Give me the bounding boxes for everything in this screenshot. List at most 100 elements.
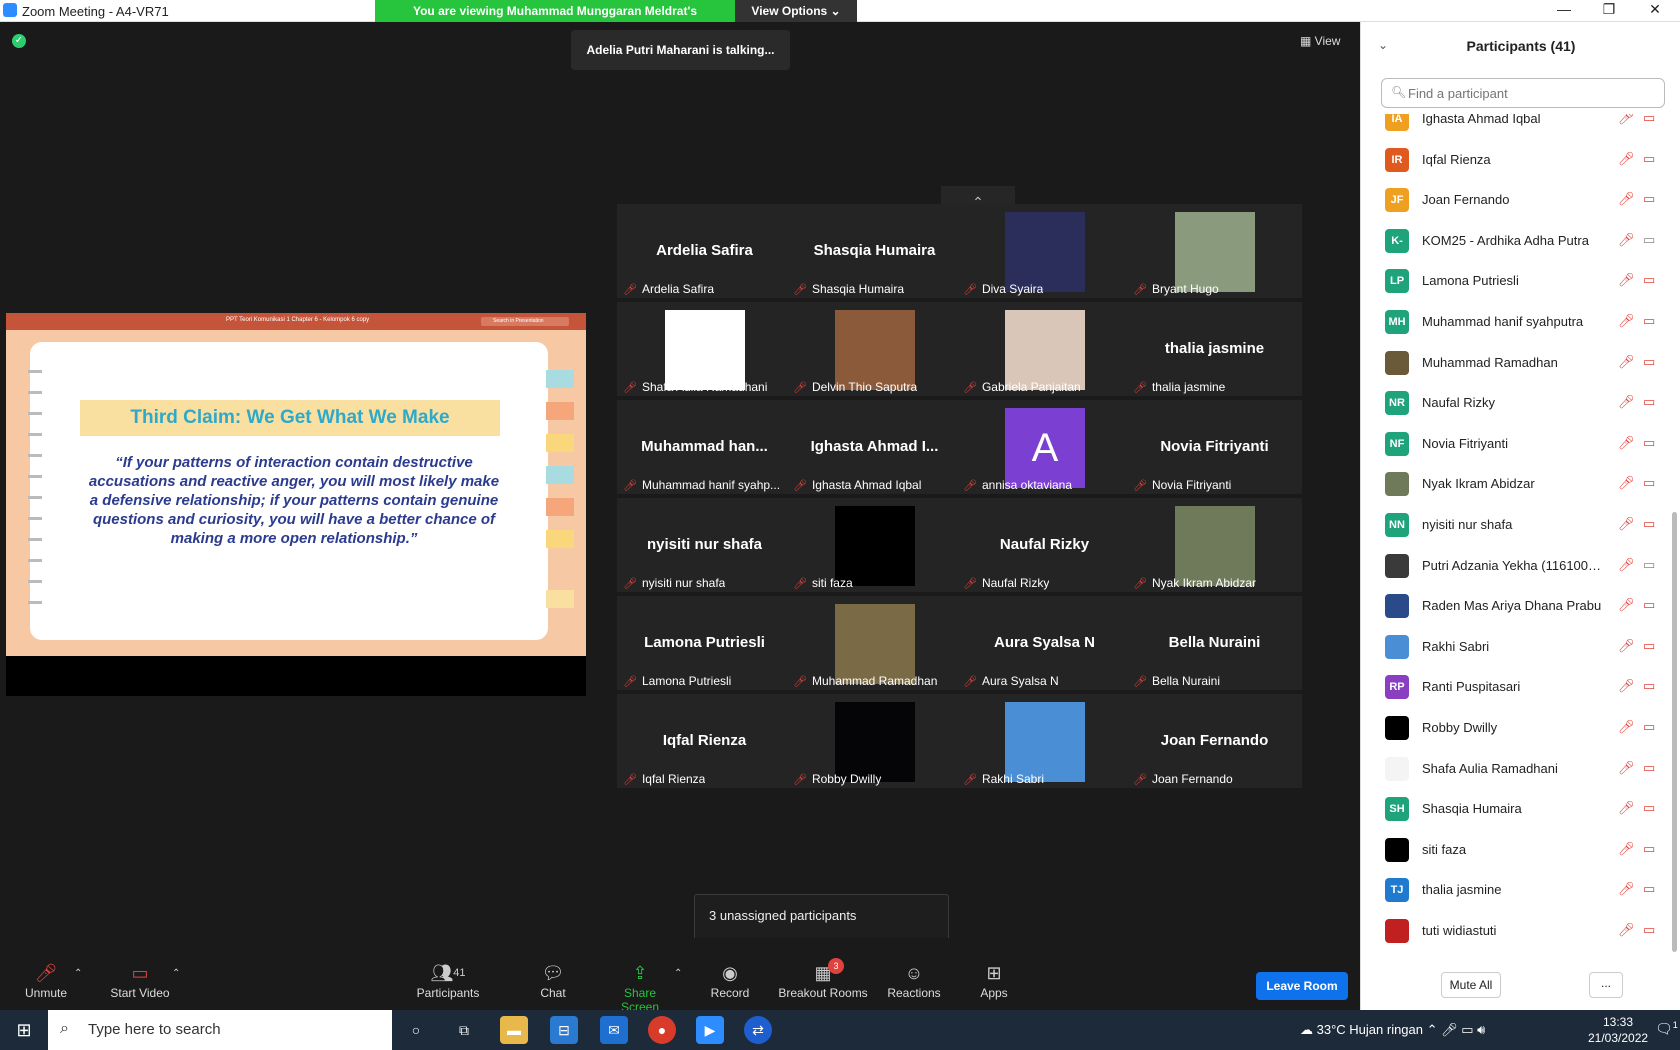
video-tile[interactable]: 🎤︎ Muhammad Ramadhan [787, 596, 962, 690]
mic-muted-icon[interactable]: 🎤︎ [1618, 557, 1635, 573]
reactions-button[interactable]: ☺ Reactions [886, 962, 942, 1000]
video-tile[interactable]: 🎤︎ Gabriela Panjaitan [957, 302, 1132, 396]
chrome-icon[interactable]: ● [648, 1016, 676, 1044]
mic-muted-icon[interactable]: 🎤︎ [1618, 272, 1635, 288]
video-off-icon[interactable]: ▭ [1643, 800, 1655, 816]
mic-muted-icon[interactable]: 🎤︎ [1618, 435, 1635, 451]
mic-muted-icon[interactable]: 🎤︎ [1618, 313, 1635, 329]
windows-start-icon[interactable]: ⊞ [0, 1010, 48, 1050]
clock[interactable]: 13:33 21/03/2022 [1588, 1014, 1648, 1046]
participant-row[interactable]: K- KOM25 - Ardhika Adha Putra 🎤︎ ▭ [1361, 220, 1680, 261]
mic-muted-icon[interactable]: 🎤︎ [1618, 760, 1635, 776]
participant-row[interactable]: NN nyisiti nur shafa 🎤︎ ▭ [1361, 504, 1680, 545]
mic-muted-icon[interactable]: 🎤︎ [1618, 191, 1635, 207]
mic-muted-icon[interactable]: 🎤︎ [1618, 841, 1635, 857]
record-button[interactable]: ◉ Record [708, 962, 752, 1000]
weather-widget[interactable]: ☁ 33°C Hujan ringan ⌃ 🎤︎ ▭ 🔊︎ [1300, 1022, 1485, 1038]
video-tile[interactable]: Muhammad han... 🎤︎ Muhammad hanif syahp... [617, 400, 792, 494]
video-tile[interactable]: Joan Fernando 🎤︎ Joan Fernando [1127, 694, 1302, 788]
mic-muted-icon[interactable]: 🎤︎ [1618, 475, 1635, 491]
video-tile[interactable]: Novia Fitriyanti 🎤︎ Novia Fitriyanti [1127, 400, 1302, 494]
video-off-icon[interactable]: ▭ [1643, 760, 1655, 776]
video-off-icon[interactable]: ▭ [1643, 475, 1655, 491]
participant-row[interactable]: MH Muhammad hanif syahputra 🎤︎ ▭ [1361, 301, 1680, 342]
video-off-icon[interactable]: ▭ [1643, 922, 1655, 938]
mic-muted-icon[interactable]: 🎤︎ [1618, 922, 1635, 938]
video-off-icon[interactable]: ▭ [1643, 151, 1655, 167]
video-off-icon[interactable]: ▭ [1643, 516, 1655, 532]
more-button[interactable]: ... [1589, 972, 1623, 998]
mic-muted-icon[interactable]: 🎤︎ [1618, 151, 1635, 167]
video-tile[interactable]: 🎤︎ Robby Dwilly [787, 694, 962, 788]
task-view-icon[interactable]: ⧉ [450, 1016, 478, 1044]
video-caret[interactable]: ⌃ [172, 968, 180, 979]
mic-muted-icon[interactable]: 🎤︎ [1618, 394, 1635, 410]
video-off-icon[interactable]: ▭ [1643, 272, 1655, 288]
mic-muted-icon[interactable]: 🎤︎ [1618, 719, 1635, 735]
restore-button[interactable]: ❐ [1586, 1, 1632, 18]
participant-row[interactable]: Raden Mas Ariya Dhana Prabu 🎤︎ ▭ [1361, 585, 1680, 626]
participant-row[interactable]: SH Shasqia Humaira 🎤︎ ▭ [1361, 788, 1680, 829]
video-tile[interactable]: 🎤︎ Diva Syaira [957, 204, 1132, 298]
mic-muted-icon[interactable]: 🎤︎ [1618, 678, 1635, 694]
video-off-icon[interactable]: ▭ [1643, 719, 1655, 735]
participant-row[interactable]: Robby Dwilly 🎤︎ ▭ [1361, 707, 1680, 748]
video-off-icon[interactable]: ▭ [1643, 394, 1655, 410]
close-button[interactable]: ✕ [1632, 1, 1678, 18]
mic-muted-icon[interactable]: 🎤︎ [1618, 800, 1635, 816]
video-tile[interactable]: 🎤︎ siti faza [787, 498, 962, 592]
mic-muted-icon[interactable]: 🎤︎ [1618, 881, 1635, 897]
video-tile[interactable]: Ardelia Safira 🎤︎ Ardelia Safira [617, 204, 792, 298]
video-tile[interactable]: Iqfal Rienza 🎤︎ Iqfal Rienza [617, 694, 792, 788]
participant-row[interactable]: Putri Adzania Yekha (11610033... 🎤︎ ▭ [1361, 545, 1680, 586]
video-tile[interactable]: nyisiti nur shafa 🎤︎ nyisiti nur shafa [617, 498, 792, 592]
participant-row[interactable]: Shafa Aulia Ramadhani 🎤︎ ▭ [1361, 748, 1680, 789]
participant-row[interactable]: tuti widiastuti 🎤︎ ▭ [1361, 910, 1680, 951]
share-screen-button[interactable]: ⇪ Share Screen [604, 962, 676, 1014]
mic-muted-icon[interactable]: 🎤︎ [1618, 354, 1635, 370]
mute-all-button[interactable]: Mute All [1441, 972, 1501, 998]
participants-button[interactable]: 👥︎41 Participants [413, 962, 483, 1000]
notification-icon[interactable]: 🗨︎1 [1655, 1020, 1678, 1038]
participant-row[interactable]: siti faza 🎤︎ ▭ [1361, 829, 1680, 870]
cortana-icon[interactable]: ○ [402, 1016, 430, 1044]
video-camera-icon[interactable]: ▭ [1643, 232, 1655, 248]
participant-row[interactable]: Muhammad Ramadhan 🎤︎ ▭ [1361, 342, 1680, 383]
file-explorer-icon[interactable]: ▬ [500, 1016, 528, 1044]
mic-muted-icon[interactable]: 🎤︎ [1618, 597, 1635, 613]
breakout-rooms-button[interactable]: ▦ 3 Breakout Rooms [778, 958, 868, 1000]
minimize-button[interactable]: — [1541, 1, 1587, 17]
video-tile[interactable]: 🎤︎ Shafa Aulia Ramadhani [617, 302, 792, 396]
participant-row[interactable]: Nyak Ikram Abidzar 🎤︎ ▭ [1361, 463, 1680, 504]
participant-row[interactable]: Rakhi Sabri 🎤︎ ▭ [1361, 626, 1680, 667]
mic-muted-icon[interactable]: 🎤︎ [1618, 638, 1635, 654]
video-off-icon[interactable]: ▭ [1643, 114, 1655, 126]
find-participant-input[interactable] [1381, 78, 1665, 108]
shared-screen[interactable]: PPT Teori Komunikasi 1 Chapter 6 - Kelom… [6, 313, 586, 696]
mail-icon[interactable]: ✉ [600, 1016, 628, 1044]
video-off-icon[interactable]: ▭ [1643, 678, 1655, 694]
apps-button[interactable]: ⊞ Apps [978, 962, 1010, 1000]
video-tile[interactable]: 🎤︎ Rakhi Sabri [957, 694, 1132, 788]
video-camera-icon[interactable]: ▭ [1643, 557, 1655, 573]
view-options-button[interactable]: View Options ⌄ [735, 0, 857, 22]
video-tile[interactable]: Ighasta Ahmad I... 🎤︎ Ighasta Ahmad Iqbal [787, 400, 962, 494]
participant-row[interactable]: RP Ranti Puspitasari 🎤︎ ▭ [1361, 666, 1680, 707]
video-off-icon[interactable]: ▭ [1643, 881, 1655, 897]
participant-row[interactable]: NF Novia Fitriyanti 🎤︎ ▭ [1361, 423, 1680, 464]
teamviewer-icon[interactable]: ⇄ [744, 1016, 772, 1044]
video-tile[interactable]: Aura Syalsa N 🎤︎ Aura Syalsa N [957, 596, 1132, 690]
video-tile[interactable]: Lamona Putriesli 🎤︎ Lamona Putriesli [617, 596, 792, 690]
chat-button[interactable]: 💬︎ Chat [535, 962, 571, 1000]
zoom-icon[interactable]: ▶ [696, 1016, 724, 1044]
video-tile[interactable]: 🎤︎ Delvin Thio Saputra [787, 302, 962, 396]
participant-row[interactable]: IR Iqfal Rienza 🎤︎ ▭ [1361, 139, 1680, 180]
mic-muted-icon[interactable]: 🎤︎ [1618, 114, 1635, 126]
video-off-icon[interactable]: ▭ [1643, 354, 1655, 370]
video-off-icon[interactable]: ▭ [1643, 638, 1655, 654]
video-off-icon[interactable]: ▭ [1643, 435, 1655, 451]
video-tile[interactable]: 🎤︎ Bryant Hugo [1127, 204, 1302, 298]
video-off-icon[interactable]: ▭ [1643, 313, 1655, 329]
video-off-icon[interactable]: ▭ [1643, 597, 1655, 613]
mic-muted-icon[interactable]: 🎤︎ [1618, 516, 1635, 532]
